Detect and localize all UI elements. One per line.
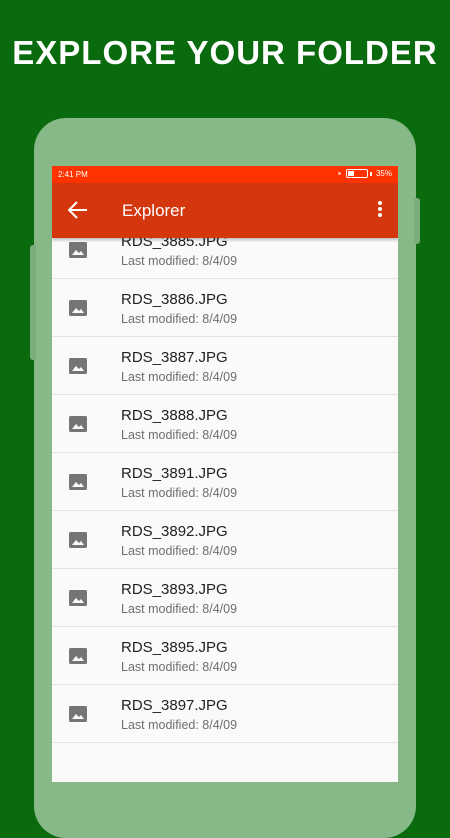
file-modified-date: Last modified: 8/4/09 bbox=[121, 486, 238, 500]
app-title: Explorer bbox=[122, 201, 186, 220]
image-icon bbox=[69, 416, 87, 432]
file-modified-date: Last modified: 8/4/09 bbox=[121, 428, 238, 442]
file-modified-date: Last modified: 8/4/09 bbox=[121, 718, 238, 732]
image-icon bbox=[69, 648, 87, 664]
phone-volume-button bbox=[30, 245, 36, 360]
image-icon bbox=[69, 300, 87, 316]
status-bar: 2:41 PM 35% bbox=[52, 166, 398, 183]
app-bar: Explorer bbox=[52, 183, 398, 238]
status-indicators: 35% bbox=[337, 169, 392, 178]
file-modified-date: Last modified: 8/4/09 bbox=[121, 254, 238, 268]
file-modified-date: Last modified: 8/4/09 bbox=[121, 602, 238, 616]
file-name: RDS_3895.JPG bbox=[121, 639, 228, 656]
file-list-item[interactable]: RDS_3886.JPG Last modified: 8/4/09 bbox=[52, 279, 398, 337]
battery-icon bbox=[345, 169, 368, 178]
status-time: 2:41 PM bbox=[58, 170, 88, 179]
image-icon bbox=[69, 242, 87, 258]
image-icon bbox=[69, 474, 87, 490]
file-list-item[interactable]: RDS_3897.JPG Last modified: 8/4/09 bbox=[52, 685, 398, 743]
more-vert-icon[interactable] bbox=[376, 201, 384, 219]
file-list-item[interactable]: RDS_3891.JPG Last modified: 8/4/09 bbox=[52, 453, 398, 511]
battery-tip bbox=[369, 171, 372, 176]
file-modified-date: Last modified: 8/4/09 bbox=[121, 312, 238, 326]
file-name: RDS_3897.JPG bbox=[121, 697, 228, 714]
image-icon bbox=[69, 358, 87, 374]
image-icon bbox=[69, 532, 87, 548]
file-name: RDS_3888.JPG bbox=[121, 407, 228, 424]
file-name: RDS_3891.JPG bbox=[121, 465, 228, 482]
file-name: RDS_3892.JPG bbox=[121, 523, 228, 540]
arrow-back-icon[interactable] bbox=[68, 201, 88, 219]
image-icon bbox=[69, 590, 87, 606]
phone-screen: 2:41 PM 35% Explorer RDS_3885.JPG Last mo… bbox=[52, 166, 398, 782]
file-modified-date: Last modified: 8/4/09 bbox=[121, 660, 238, 674]
file-list-item[interactable]: RDS_3895.JPG Last modified: 8/4/09 bbox=[52, 627, 398, 685]
file-list-item[interactable]: RDS_3888.JPG Last modified: 8/4/09 bbox=[52, 395, 398, 453]
battery-percent: 35% bbox=[375, 169, 392, 178]
file-name: RDS_3886.JPG bbox=[121, 291, 228, 308]
battery-fill bbox=[347, 171, 355, 176]
file-modified-date: Last modified: 8/4/09 bbox=[121, 544, 238, 558]
file-list-item[interactable]: RDS_3887.JPG Last modified: 8/4/09 bbox=[52, 337, 398, 395]
file-list-item[interactable]: RDS_3893.JPG Last modified: 8/4/09 bbox=[52, 569, 398, 627]
file-modified-date: Last modified: 8/4/09 bbox=[121, 370, 238, 384]
phone-power-button bbox=[414, 198, 420, 244]
file-name: RDS_3893.JPG bbox=[121, 581, 228, 598]
signal-icon bbox=[337, 172, 341, 175]
promo-title: EXPLORE YOUR FOLDER bbox=[12, 34, 438, 71]
file-name: RDS_3887.JPG bbox=[121, 349, 228, 366]
file-list-item[interactable]: RDS_3892.JPG Last modified: 8/4/09 bbox=[52, 511, 398, 569]
image-icon bbox=[69, 706, 87, 722]
